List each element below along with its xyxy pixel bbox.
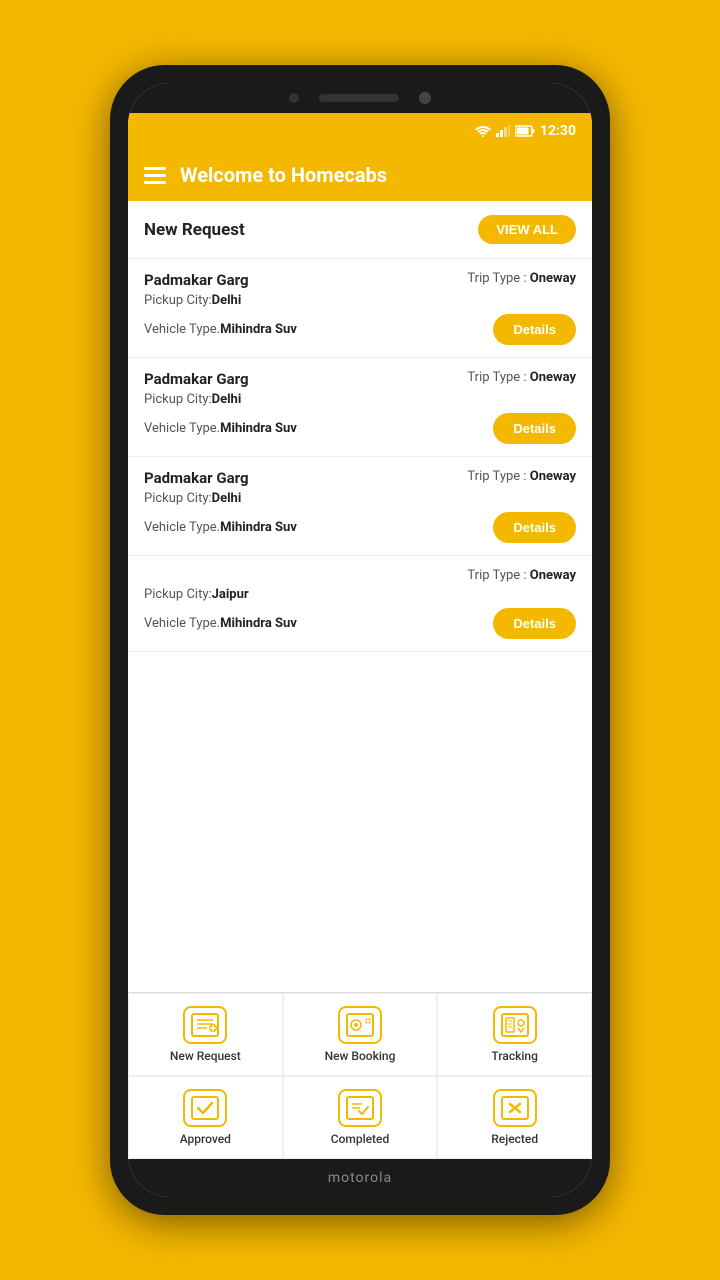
- ride-row-top-4: Trip Type : Oneway: [144, 568, 576, 583]
- rejected-icon: [493, 1089, 537, 1127]
- new-booking-icon: [338, 1006, 382, 1044]
- phone-frame: 12:30 Welcome to Homecabs New Request VI…: [110, 65, 610, 1215]
- trip-type-2: Trip Type : Oneway: [467, 370, 576, 385]
- speaker: [319, 94, 399, 102]
- brand-text: motorola: [328, 1170, 392, 1186]
- new-booking-icon-svg: [346, 1013, 374, 1037]
- tracking-icon: [493, 1006, 537, 1044]
- view-all-button[interactable]: VIEW ALL: [478, 215, 576, 244]
- new-request-icon-svg: [191, 1013, 219, 1037]
- vehicle-row-3: Vehicle Type.Mihindra Suv Details: [144, 512, 576, 543]
- hamburger-line-3: [144, 181, 166, 184]
- vehicle-type-3: Vehicle Type.Mihindra Suv: [144, 520, 297, 535]
- rider-name-1: Padmakar Garg: [144, 271, 249, 289]
- rider-name-2: Padmakar Garg: [144, 370, 249, 388]
- pickup-city-1: Pickup City:Delhi: [144, 293, 576, 308]
- nav-completed[interactable]: Completed: [283, 1076, 438, 1159]
- trip-type-3: Trip Type : Oneway: [467, 469, 576, 484]
- section-header: New Request VIEW ALL: [128, 201, 592, 259]
- ride-row-top-2: Padmakar Garg Trip Type : Oneway: [144, 370, 576, 388]
- app-header: Welcome to Homecabs: [128, 149, 592, 201]
- trip-type-4: Trip Type : Oneway: [467, 568, 576, 583]
- nav-new-request[interactable]: New Request: [128, 993, 283, 1076]
- new-request-icon: [183, 1006, 227, 1044]
- details-btn-4[interactable]: Details: [493, 608, 576, 639]
- details-btn-1[interactable]: Details: [493, 314, 576, 345]
- vehicle-row-1: Vehicle Type.Mihindra Suv Details: [144, 314, 576, 345]
- nav-completed-label: Completed: [331, 1132, 390, 1146]
- phone-screen: 12:30 Welcome to Homecabs New Request VI…: [128, 83, 592, 1197]
- vehicle-type-1: Vehicle Type.Mihindra Suv: [144, 322, 297, 337]
- status-time: 12:30: [540, 123, 576, 139]
- approved-icon: [183, 1089, 227, 1127]
- ride-card-4: Trip Type : Oneway Pickup City:Jaipur Ve…: [128, 556, 592, 652]
- status-bar: 12:30: [128, 113, 592, 149]
- completed-icon-svg: [346, 1096, 374, 1120]
- status-icons: 12:30: [475, 123, 576, 139]
- nav-tracking-label: Tracking: [491, 1049, 537, 1063]
- nav-approved[interactable]: Approved: [128, 1076, 283, 1159]
- details-btn-3[interactable]: Details: [493, 512, 576, 543]
- tracking-icon-svg: [501, 1013, 529, 1037]
- ride-row-top-1: Padmakar Garg Trip Type : Oneway: [144, 271, 576, 289]
- nav-rejected-label: Rejected: [491, 1132, 538, 1146]
- approved-icon-svg: [191, 1096, 219, 1120]
- vehicle-row-2: Vehicle Type.Mihindra Suv Details: [144, 413, 576, 444]
- rejected-icon-svg: [501, 1096, 529, 1120]
- nav-new-booking-label: New Booking: [325, 1049, 396, 1063]
- rider-name-3: Padmakar Garg: [144, 469, 249, 487]
- nav-new-request-label: New Request: [170, 1049, 241, 1063]
- main-content: New Request VIEW ALL Padmakar Garg Trip …: [128, 201, 592, 992]
- vehicle-type-2: Vehicle Type.Mihindra Suv: [144, 421, 297, 436]
- camera-dot: [289, 93, 299, 103]
- nav-tracking[interactable]: Tracking: [437, 993, 592, 1076]
- hamburger-line-2: [144, 174, 166, 177]
- pickup-city-3: Pickup City:Delhi: [144, 491, 576, 506]
- pickup-city-4: Pickup City:Jaipur: [144, 587, 576, 602]
- front-camera: [419, 92, 431, 104]
- ride-card-2: Padmakar Garg Trip Type : Oneway Pickup …: [128, 358, 592, 457]
- bottom-nav: New Request New Booking: [128, 992, 592, 1159]
- vehicle-type-4: Vehicle Type.Mihindra Suv: [144, 616, 297, 631]
- details-btn-2[interactable]: Details: [493, 413, 576, 444]
- trip-type-1: Trip Type : Oneway: [467, 271, 576, 286]
- nav-new-booking[interactable]: New Booking: [283, 993, 438, 1076]
- ride-row-top-3: Padmakar Garg Trip Type : Oneway: [144, 469, 576, 487]
- pickup-city-2: Pickup City:Delhi: [144, 392, 576, 407]
- brand-bar: motorola: [128, 1159, 592, 1197]
- vehicle-row-4: Vehicle Type.Mihindra Suv Details: [144, 608, 576, 639]
- ride-card-1: Padmakar Garg Trip Type : Oneway Pickup …: [128, 259, 592, 358]
- nav-rejected[interactable]: Rejected: [437, 1076, 592, 1159]
- battery-icon: [515, 125, 535, 137]
- header-title: Welcome to Homecabs: [180, 163, 387, 187]
- signal-icon: [496, 125, 510, 137]
- notch-area: [128, 83, 592, 113]
- ride-card-3: Padmakar Garg Trip Type : Oneway Pickup …: [128, 457, 592, 556]
- nav-approved-label: Approved: [180, 1132, 231, 1146]
- hamburger-line-1: [144, 167, 166, 170]
- section-title: New Request: [144, 220, 245, 240]
- completed-icon: [338, 1089, 382, 1127]
- hamburger-menu[interactable]: [144, 167, 166, 184]
- wifi-icon: [475, 125, 491, 137]
